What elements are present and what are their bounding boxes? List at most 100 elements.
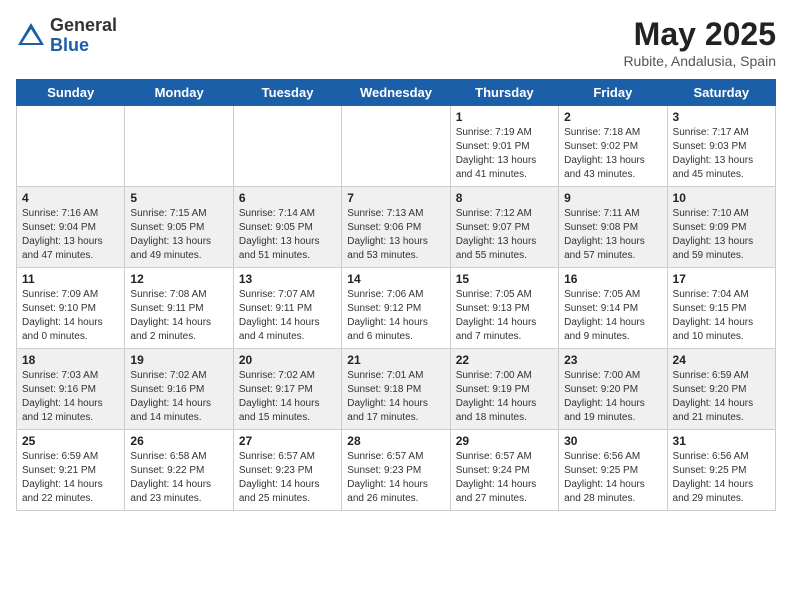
calendar-table: Sunday Monday Tuesday Wednesday Thursday… [16, 79, 776, 511]
day-info: Sunrise: 7:09 AM Sunset: 9:10 PM Dayligh… [22, 288, 119, 344]
table-row: 29Sunrise: 6:57 AM Sunset: 9:24 PM Dayli… [450, 430, 558, 511]
table-row: 21 Sunrise: 7:01 AM Sunset: 9:18 PM Dayli… [342, 349, 450, 430]
table-row: 8Sunrise: 7:12 AM Sunset: 9:07 PM Daylig… [450, 187, 558, 268]
location-subtitle: Rubite, Andalusia, Spain [623, 53, 776, 69]
table-row: 4 Sunrise: 7:16 AM Sunset: 9:04 PM Daylig… [17, 187, 125, 268]
calendar-week-row: 25 Sunrise: 6:59 AM Sunset: 9:21 PM Dayli… [17, 430, 776, 511]
day-number: 18 [22, 353, 119, 367]
table-row: 26 Sunrise: 6:58 AM Sunset: 9:22 PM Dayli… [125, 430, 233, 511]
day-info: Sunrise: 7:04 AM Sunset: 9:15 PM Dayligh… [673, 288, 770, 344]
day-number: 13 [239, 272, 336, 286]
day-number: 23 [564, 353, 661, 367]
day-number: 26 [130, 434, 227, 448]
table-row [233, 106, 341, 187]
day-number: 17 [673, 272, 770, 286]
day-info: Sunrise: 6:58 AM Sunset: 9:22 PM Dayligh… [130, 450, 227, 506]
day-info: Sunrise: 6:59 AM Sunset: 9:20 PM Dayligh… [673, 369, 770, 425]
col-sunday: Sunday [17, 80, 125, 106]
day-info: Sunrise: 7:10 AM Sunset: 9:09 PM Dayligh… [673, 207, 770, 263]
day-number: 5 [130, 191, 227, 205]
day-number: 24 [673, 353, 770, 367]
day-info: Sunrise: 7:07 AM Sunset: 9:11 PM Dayligh… [239, 288, 336, 344]
table-row: 20 Sunrise: 7:02 AM Sunset: 9:17 PM Dayli… [233, 349, 341, 430]
calendar-week-row: 1 Sunrise: 7:19 AM Sunset: 9:01 PM Daylig… [17, 106, 776, 187]
logo-general-text: General [50, 16, 117, 36]
table-row: 14Sunrise: 7:06 AM Sunset: 9:12 PM Dayli… [342, 268, 450, 349]
table-row: 7Sunrise: 7:13 AM Sunset: 9:06 PM Daylig… [342, 187, 450, 268]
calendar-week-row: 18 Sunrise: 7:03 AM Sunset: 9:16 PM Dayli… [17, 349, 776, 430]
calendar-week-row: 4 Sunrise: 7:16 AM Sunset: 9:04 PM Daylig… [17, 187, 776, 268]
day-number: 1 [456, 110, 553, 124]
table-row: 9 Sunrise: 7:11 AM Sunset: 9:08 PM Daylig… [559, 187, 667, 268]
table-row [342, 106, 450, 187]
month-year-title: May 2025 [623, 16, 776, 53]
day-info: Sunrise: 7:06 AM Sunset: 9:12 PM Dayligh… [347, 288, 444, 344]
calendar-week-row: 11 Sunrise: 7:09 AM Sunset: 9:10 PM Dayli… [17, 268, 776, 349]
day-info: Sunrise: 7:17 AM Sunset: 9:03 PM Dayligh… [673, 126, 770, 182]
col-wednesday: Wednesday [342, 80, 450, 106]
day-info: Sunrise: 7:13 AM Sunset: 9:06 PM Dayligh… [347, 207, 444, 263]
day-number: 22 [456, 353, 553, 367]
day-number: 16 [564, 272, 661, 286]
day-info: Sunrise: 7:00 AM Sunset: 9:20 PM Dayligh… [564, 369, 661, 425]
day-number: 4 [22, 191, 119, 205]
day-info: Sunrise: 6:56 AM Sunset: 9:25 PM Dayligh… [673, 450, 770, 506]
col-friday: Friday [559, 80, 667, 106]
table-row: 15Sunrise: 7:05 AM Sunset: 9:13 PM Dayli… [450, 268, 558, 349]
table-row: 27Sunrise: 6:57 AM Sunset: 9:23 PM Dayli… [233, 430, 341, 511]
day-number: 8 [456, 191, 553, 205]
day-info: Sunrise: 6:57 AM Sunset: 9:23 PM Dayligh… [347, 450, 444, 506]
table-row: 10 Sunrise: 7:10 AM Sunset: 9:09 PM Dayli… [667, 187, 775, 268]
day-info: Sunrise: 6:59 AM Sunset: 9:21 PM Dayligh… [22, 450, 119, 506]
table-row [17, 106, 125, 187]
col-saturday: Saturday [667, 80, 775, 106]
day-info: Sunrise: 7:19 AM Sunset: 9:01 PM Dayligh… [456, 126, 553, 182]
day-info: Sunrise: 7:03 AM Sunset: 9:16 PM Dayligh… [22, 369, 119, 425]
table-row: 12 Sunrise: 7:08 AM Sunset: 9:11 PM Dayli… [125, 268, 233, 349]
title-block: May 2025 Rubite, Andalusia, Spain [623, 16, 776, 69]
col-monday: Monday [125, 80, 233, 106]
table-row: 22 Sunrise: 7:00 AM Sunset: 9:19 PM Dayli… [450, 349, 558, 430]
day-info: Sunrise: 7:14 AM Sunset: 9:05 PM Dayligh… [239, 207, 336, 263]
table-row: 19Sunrise: 7:02 AM Sunset: 9:16 PM Dayli… [125, 349, 233, 430]
day-info: Sunrise: 7:02 AM Sunset: 9:17 PM Dayligh… [239, 369, 336, 425]
logo-blue-text: Blue [50, 36, 117, 56]
day-number: 28 [347, 434, 444, 448]
day-info: Sunrise: 7:00 AM Sunset: 9:19 PM Dayligh… [456, 369, 553, 425]
table-row: 18 Sunrise: 7:03 AM Sunset: 9:16 PM Dayli… [17, 349, 125, 430]
day-number: 21 [347, 353, 444, 367]
day-info: Sunrise: 7:05 AM Sunset: 9:14 PM Dayligh… [564, 288, 661, 344]
table-row: 25 Sunrise: 6:59 AM Sunset: 9:21 PM Dayli… [17, 430, 125, 511]
day-info: Sunrise: 7:15 AM Sunset: 9:05 PM Dayligh… [130, 207, 227, 263]
table-row: 16 Sunrise: 7:05 AM Sunset: 9:14 PM Dayli… [559, 268, 667, 349]
table-row: 24 Sunrise: 6:59 AM Sunset: 9:20 PM Dayli… [667, 349, 775, 430]
day-number: 12 [130, 272, 227, 286]
table-row: 11 Sunrise: 7:09 AM Sunset: 9:10 PM Dayli… [17, 268, 125, 349]
day-info: Sunrise: 7:11 AM Sunset: 9:08 PM Dayligh… [564, 207, 661, 263]
day-info: Sunrise: 6:57 AM Sunset: 9:23 PM Dayligh… [239, 450, 336, 506]
day-number: 9 [564, 191, 661, 205]
table-row: 13 Sunrise: 7:07 AM Sunset: 9:11 PM Dayli… [233, 268, 341, 349]
day-number: 3 [673, 110, 770, 124]
day-number: 25 [22, 434, 119, 448]
table-row: 2Sunrise: 7:18 AM Sunset: 9:02 PM Daylig… [559, 106, 667, 187]
col-thursday: Thursday [450, 80, 558, 106]
day-number: 2 [564, 110, 661, 124]
table-row: 30Sunrise: 6:56 AM Sunset: 9:25 PM Dayli… [559, 430, 667, 511]
calendar-header-row: Sunday Monday Tuesday Wednesday Thursday… [17, 80, 776, 106]
day-number: 11 [22, 272, 119, 286]
day-number: 19 [130, 353, 227, 367]
day-number: 10 [673, 191, 770, 205]
table-row: 17 Sunrise: 7:04 AM Sunset: 9:15 PM Dayli… [667, 268, 775, 349]
day-info: Sunrise: 7:08 AM Sunset: 9:11 PM Dayligh… [130, 288, 227, 344]
day-info: Sunrise: 6:56 AM Sunset: 9:25 PM Dayligh… [564, 450, 661, 506]
day-info: Sunrise: 7:01 AM Sunset: 9:18 PM Dayligh… [347, 369, 444, 425]
logo: General Blue [16, 16, 117, 56]
day-number: 29 [456, 434, 553, 448]
table-row: 28 Sunrise: 6:57 AM Sunset: 9:23 PM Dayli… [342, 430, 450, 511]
day-number: 20 [239, 353, 336, 367]
header: General Blue May 2025 Rubite, Andalusia,… [16, 16, 776, 69]
table-row: 31Sunrise: 6:56 AM Sunset: 9:25 PM Dayli… [667, 430, 775, 511]
table-row: 1 Sunrise: 7:19 AM Sunset: 9:01 PM Daylig… [450, 106, 558, 187]
day-info: Sunrise: 7:16 AM Sunset: 9:04 PM Dayligh… [22, 207, 119, 263]
